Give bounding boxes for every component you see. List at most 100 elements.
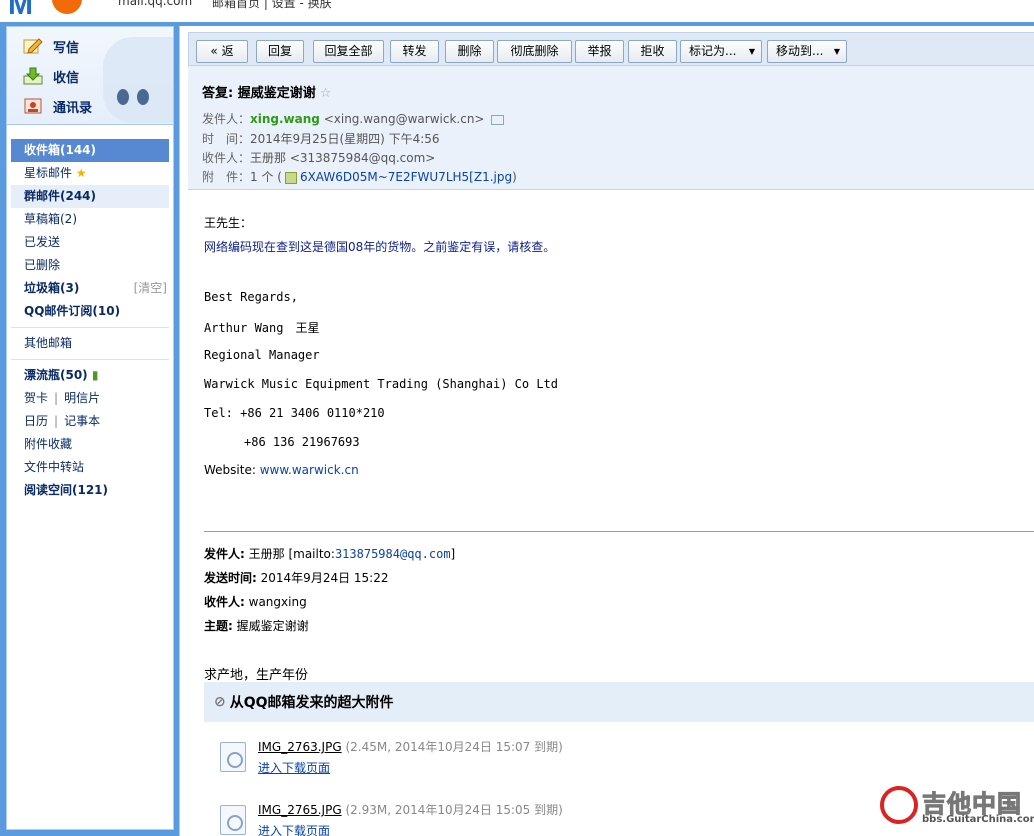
signature-regards: Best Regards, <box>204 290 298 304</box>
address-book-icon <box>23 97 43 115</box>
folder-spam[interactable]: 垃圾箱(3) [清空] <box>11 277 169 300</box>
star-icon: ★ <box>75 166 87 180</box>
reply-all-button[interactable]: 回复全部 <box>313 40 384 63</box>
quoted-email-link[interactable]: 313875984@qq.com <box>335 547 451 561</box>
logo-circle-icon <box>52 0 82 14</box>
quoted-subject-value: 握威鉴定谢谢 <box>236 619 309 633</box>
folder-starred[interactable]: 星标邮件 ★ <box>11 162 169 185</box>
quoted-sent-label: 发送时间: <box>204 571 257 585</box>
contacts-label: 通讯录 <box>53 100 93 116</box>
quoted-from-value: 王册那 [mailto: <box>248 547 335 561</box>
file-name-row: IMG_2765.JPG (2.93M, 2014年10月24日 15:05 到… <box>258 801 563 818</box>
file-name-row: IMG_2763.JPG (2.45M, 2014年10月24日 15:07 到… <box>258 738 563 755</box>
to-row: 收件人：王册那 <313875984@qq.com> <box>202 149 435 166</box>
empty-spam-link[interactable]: [清空] <box>134 277 167 300</box>
signature-company: Warwick Music Equipment Trading (Shangha… <box>204 377 559 391</box>
folder-drafts[interactable]: 草稿箱(2) <box>11 208 169 231</box>
reject-button[interactable]: 拒收 <box>628 40 677 63</box>
chevron-down-icon: ▼ <box>748 47 755 56</box>
folder-list: 收件箱(144) 星标邮件 ★ 群邮件(244) 草稿箱(2) 已发送 已删除 … <box>11 139 169 502</box>
image-file-icon <box>284 171 297 184</box>
signature-website: Website: www.warwick.cn <box>204 463 359 477</box>
attachment-label: 附 件： <box>202 170 251 184</box>
notebook-link[interactable]: 记事本 <box>64 414 100 428</box>
recipient: 王册那 <313875984@qq.com> <box>250 151 436 165</box>
file-info: (2.93M, 2014年10月24日 15:05 到期) <box>345 803 563 817</box>
mail-header: 答复: 握威鉴定谢谢 ☆ 发件人：xing.wang <xing.wang@war… <box>188 66 1034 190</box>
file-name-link[interactable]: IMG_2765.JPG <box>258 803 342 817</box>
from-row: 发件人：xing.wang <xing.wang@warwick.cn> <box>202 110 504 127</box>
receive-label: 收信 <box>53 70 80 86</box>
quoted-subject-label: 主题: <box>204 619 233 633</box>
quoted-from-label: 发件人: <box>204 547 245 561</box>
folder-inbox[interactable]: 收件箱(144) <box>11 139 169 162</box>
pencil-icon <box>23 37 43 55</box>
mail-time: 2014年9月25日(星期四) 下午4:56 <box>250 132 440 146</box>
folder-file-transfer[interactable]: 文件中转站 <box>11 456 169 479</box>
write-mail-button[interactable]: 写信 <box>23 35 79 57</box>
folder-other-mailboxes[interactable]: 其他邮箱 <box>11 332 169 355</box>
penguin-eye-icon <box>117 89 129 105</box>
forward-button[interactable]: 转发 <box>390 40 439 63</box>
reply-button[interactable]: 回复 <box>256 40 304 63</box>
quoted-to-label: 收件人: <box>204 595 245 609</box>
vcard-icon[interactable] <box>490 114 504 125</box>
back-button[interactable]: « 返回 <box>196 40 248 79</box>
divider <box>11 359 169 360</box>
image-file-icon <box>220 742 246 772</box>
signature-tel: Tel: +86 21 3406 0110*210 <box>204 406 385 420</box>
greeting-card-link[interactable]: 贺卡 <box>24 391 48 405</box>
website-link[interactable]: www.warwick.cn <box>260 463 359 477</box>
sender-name[interactable]: xing.wang <box>250 112 320 126</box>
calendar-link[interactable]: 日历 <box>24 414 48 428</box>
folder-reading-space[interactable]: 阅读空间(121) <box>11 479 169 502</box>
divider <box>11 327 169 328</box>
guitar-logo-icon <box>880 786 918 824</box>
mail-subject: 答复: 握威鉴定谢谢 ☆ <box>202 82 331 101</box>
file-name-link[interactable]: IMG_2763.JPG <box>258 740 342 754</box>
folder-spam-label: 垃圾箱(3) <box>24 281 80 295</box>
download-page-link[interactable]: 进入下载页面 <box>258 759 330 776</box>
mail-frame: 写信 收信 通讯录 收件箱(144) 星标邮件 ★ 群邮件(244) 草稿箱(2… <box>0 22 1034 836</box>
folder-subscriptions[interactable]: QQ邮件订阅(10) <box>11 300 169 323</box>
site-url[interactable]: mail.qq.com <box>118 0 192 8</box>
mark-as-dropdown[interactable]: 标记为... ▼ <box>680 40 762 63</box>
folder-deleted[interactable]: 已删除 <box>11 254 169 277</box>
attachment-link[interactable]: 6XAW6D05M~7E2FWU7LH5[Z1.jpg <box>300 170 512 184</box>
left-sidebar: 写信 收信 通讯录 收件箱(144) 星标邮件 ★ 群邮件(244) 草稿箱(2… <box>6 26 174 830</box>
large-attachment-title: 从QQ邮箱发来的超大附件 <box>229 695 394 711</box>
quick-actions: 写信 收信 通讯录 <box>7 27 173 125</box>
write-label: 写信 <box>53 40 80 56</box>
permanent-delete-button[interactable]: 彻底删除 <box>497 40 572 63</box>
watermark-url: bbs.GuitarChina.com <box>922 814 1034 825</box>
move-to-dropdown[interactable]: 移动到... ▼ <box>767 40 847 63</box>
folder-group-mail[interactable]: 群邮件(244) <box>11 185 169 208</box>
postcard-link[interactable]: 明信片 <box>64 391 100 405</box>
folder-attachment-favorites[interactable]: 附件收藏 <box>11 433 169 456</box>
quoted-to-value: wangxing <box>248 595 307 609</box>
star-toggle-icon[interactable]: ☆ <box>320 86 332 101</box>
quoted-text: 求产地，生产年份 <box>204 668 309 683</box>
time-label: 时 间： <box>202 132 251 146</box>
greeting: 王先生： <box>204 216 253 230</box>
mail-toolbar: « 返回 回复 回复全部 转发 删除 彻底删除 举报 拒收 标记为... ▼ 移动… <box>188 32 1034 79</box>
receive-mail-button[interactable]: 收信 <box>23 65 79 87</box>
folder-starred-label: 星标邮件 <box>24 166 73 180</box>
move-to-label: 移动到... <box>776 44 824 58</box>
folder-drift-bottle[interactable]: 漂流瓶(50) ▮ <box>11 364 169 387</box>
download-page-link[interactable]: 进入下载页面 <box>258 822 330 836</box>
folder-sent[interactable]: 已发送 <box>11 231 169 254</box>
qq-mail-logo[interactable]: M <box>8 0 35 22</box>
report-button[interactable]: 举报 <box>575 40 624 63</box>
contacts-button[interactable]: 通讯录 <box>23 95 92 117</box>
quoted-sent-value: 2014年9月24日 15:22 <box>260 571 389 585</box>
image-file-icon <box>220 805 246 835</box>
top-bar: M mail.qq.com 邮箱首页 | 设置 - 换肤 <box>0 0 1034 22</box>
chevron-down-icon: ▼ <box>833 47 840 56</box>
attachment-row: 附 件：1 个 (6XAW6D05M~7E2FWU7LH5[Z1.jpg) <box>202 170 517 184</box>
delete-button[interactable]: 删除 <box>445 40 494 63</box>
signature-title: Regional Manager <box>204 348 320 362</box>
mark-as-label: 标记为... <box>689 44 737 58</box>
top-links[interactable]: 邮箱首页 | 设置 - 换肤 <box>212 0 332 11</box>
calendar-row: 日历 | 记事本 <box>24 414 101 428</box>
